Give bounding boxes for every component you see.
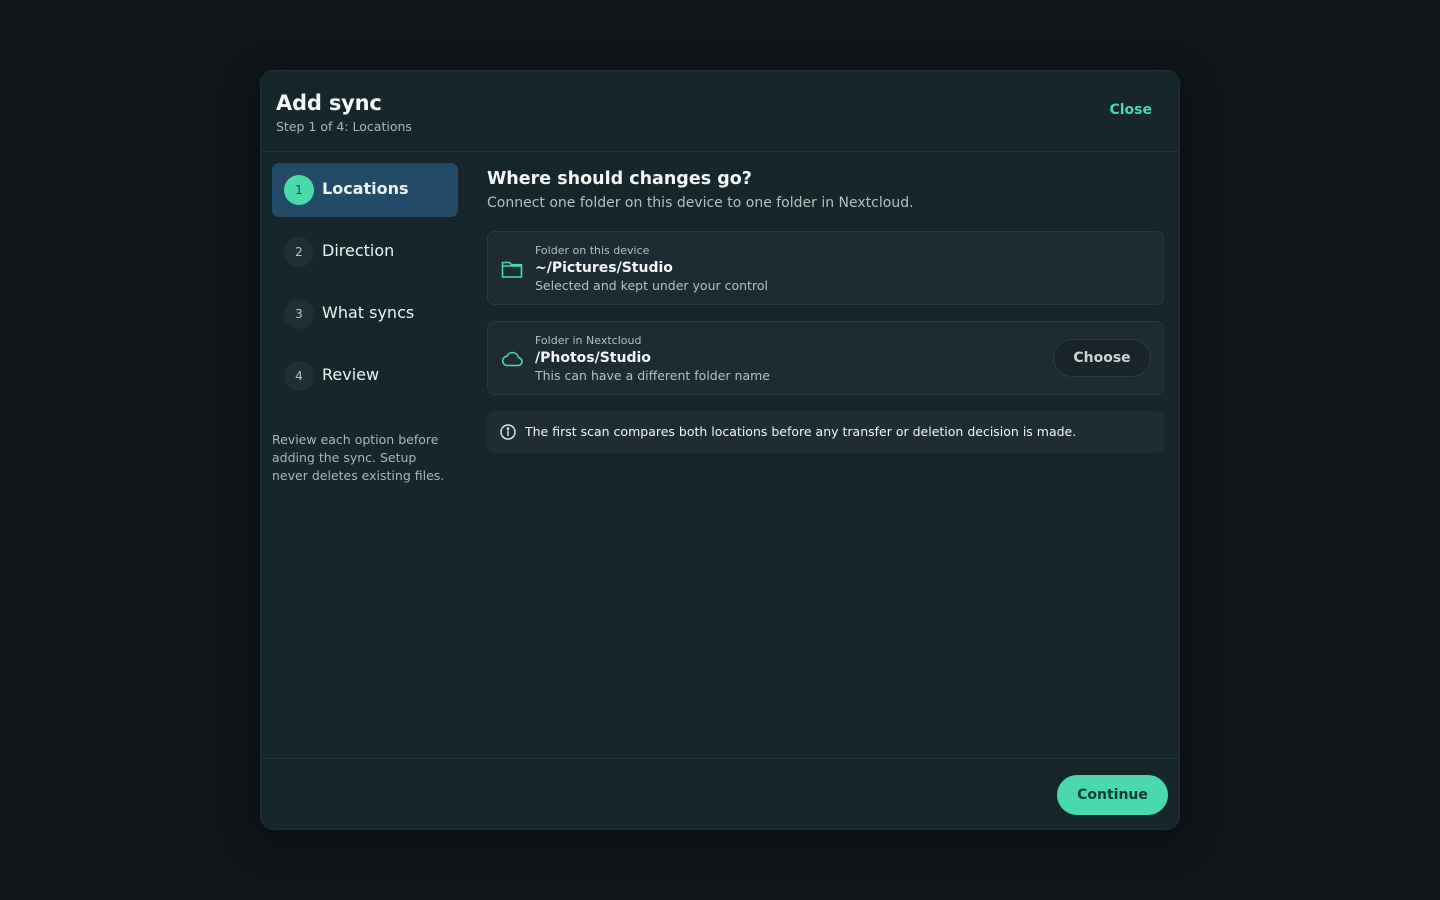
- dialog-footer: Continue: [261, 758, 1179, 831]
- step-number: 1: [284, 175, 314, 205]
- section-heading: Where should changes go?: [487, 169, 752, 189]
- choose-button[interactable]: Choose: [1053, 339, 1151, 377]
- close-button[interactable]: Close: [1109, 102, 1152, 118]
- remote-folder-kicker: Folder in Nextcloud: [535, 334, 642, 347]
- local-folder-card[interactable]: Folder on this device ~/Pictures/Studio …: [487, 231, 1164, 305]
- section-description: Connect one folder on this device to one…: [487, 195, 914, 211]
- folder-icon: [500, 257, 524, 281]
- local-folder-path: ~/Pictures/Studio: [535, 260, 673, 276]
- remote-folder-path: /Photos/Studio: [535, 350, 651, 366]
- step-label: Locations: [322, 179, 409, 198]
- add-sync-dialog: Add sync Step 1 of 4: Locations Close 1 …: [260, 70, 1180, 830]
- main-panel: Where should changes go? Connect one fol…: [487, 169, 1164, 453]
- remote-folder-card: Folder in Nextcloud /Photos/Studio This …: [487, 321, 1164, 395]
- step-number: 4: [284, 361, 314, 391]
- remote-folder-hint: This can have a different folder name: [535, 368, 770, 383]
- info-text: The first scan compares both locations b…: [525, 424, 1077, 439]
- step-review[interactable]: 4 Review: [272, 349, 458, 403]
- dialog-subtitle: Step 1 of 4: Locations: [276, 119, 412, 134]
- local-folder-hint: Selected and kept under your control: [535, 278, 768, 293]
- step-number: 2: [284, 237, 314, 267]
- cloud-icon: [500, 347, 524, 371]
- step-label: Direction: [322, 241, 395, 260]
- continue-button[interactable]: Continue: [1057, 775, 1168, 815]
- step-locations[interactable]: 1 Locations: [272, 163, 458, 217]
- step-number: 3: [284, 299, 314, 329]
- local-folder-kicker: Folder on this device: [535, 244, 650, 257]
- dialog-header: Add sync Step 1 of 4: Locations Close: [261, 71, 1179, 152]
- step-label: Review: [322, 365, 380, 384]
- sidebar-note: Review each option before adding the syn…: [272, 432, 445, 483]
- step-direction[interactable]: 2 Direction: [272, 225, 458, 279]
- step-what-syncs[interactable]: 3 What syncs: [272, 287, 458, 341]
- info-banner: The first scan compares both locations b…: [487, 411, 1164, 453]
- info-icon: [499, 423, 517, 441]
- dialog-title: Add sync: [276, 91, 382, 115]
- step-label: What syncs: [322, 303, 415, 322]
- steps-sidebar: 1 Locations 2 Direction 3 What syncs 4 R…: [272, 163, 459, 411]
